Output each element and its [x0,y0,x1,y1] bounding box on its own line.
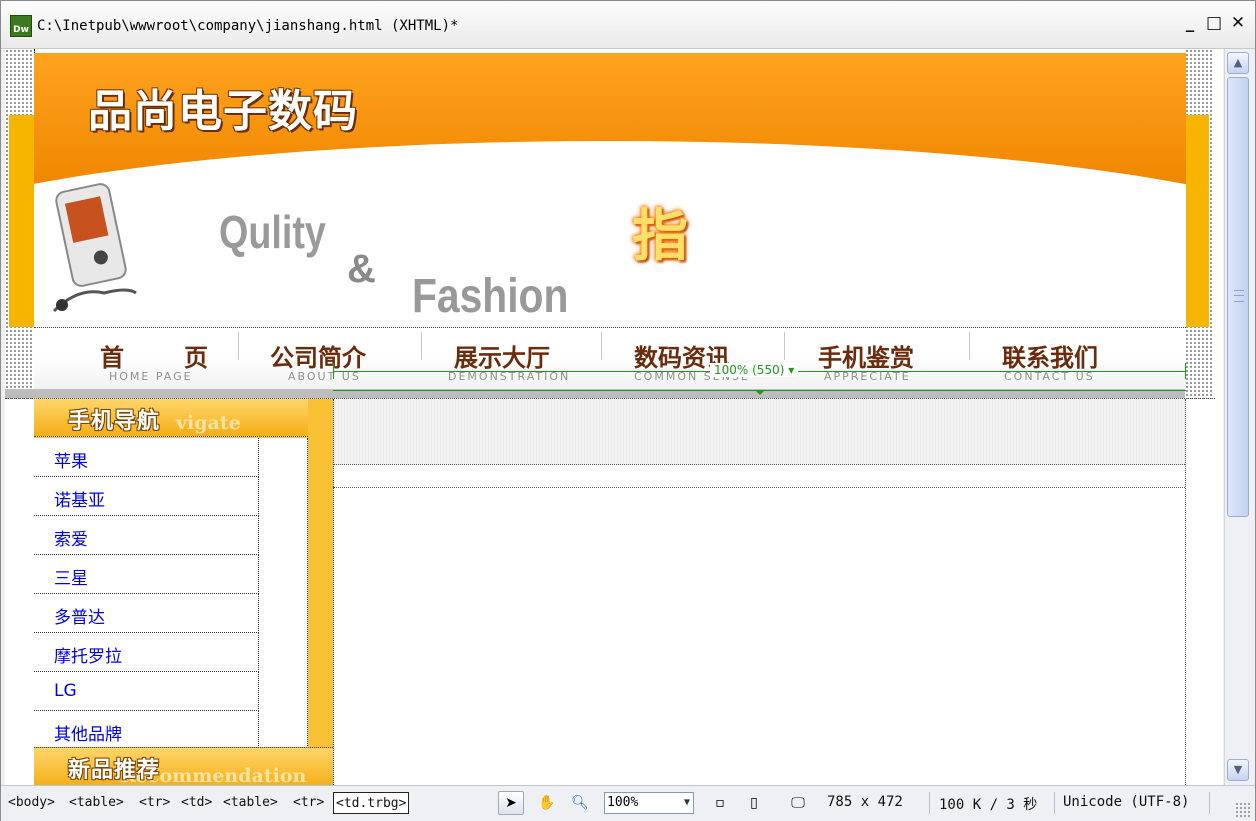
window-size-small-icon[interactable]: ▫ [707,791,733,815]
width-guide-arrow [755,390,765,395]
scroll-down-button[interactable]: ▼ [1227,759,1249,781]
brand-link-samsung[interactable]: 三星 [54,564,88,589]
window-size-readout[interactable]: 785 x 472 [827,794,903,810]
width-label-text: 100% (550) [714,363,785,377]
brand-item[interactable]: 诺基亚 [34,477,259,516]
new-products-title: 新品推荐 [68,757,161,783]
nav-home[interactable]: 首 页 HOME PAGE [74,328,234,388]
banner-side-right [1185,115,1209,327]
tag-selector[interactable]: <tr> [139,792,170,814]
selected-cell[interactable] [333,399,1185,465]
nav-home-en: HOME PAGE [109,370,193,383]
dreamweaver-icon: Dw [10,15,32,37]
empty-table-row[interactable] [333,466,1185,488]
chevron-down-icon: ▼ [683,797,690,808]
brand-link-lg[interactable]: LG [54,681,77,701]
new-products-header: Recommendation 新品推荐 [34,747,333,785]
slogan-ampersand: & [347,247,376,291]
content-border [1185,399,1186,785]
brand-link-other[interactable]: 其他品牌 [54,720,122,745]
brand-item[interactable]: 三星 [34,555,259,594]
table-width-indicator[interactable]: 100% (550) ▾ [333,361,1186,389]
zoom-value: 100% [607,795,639,810]
monitor-icon[interactable]: 🖵︎ [781,791,815,815]
tag-selector[interactable]: <table> [69,792,124,814]
brand-item[interactable]: LG [34,672,259,711]
phone-image [52,183,137,313]
status-separator [1054,792,1055,814]
nav-separator [421,332,422,360]
brand-item[interactable]: 苹果 [34,438,259,477]
width-guide-left [333,363,334,379]
phone-nav-header: 手机导航 vigate [34,399,308,437]
zoom-select[interactable]: 100% ▼ [604,792,694,814]
slogan-fashion: Fashion [412,270,569,323]
header-banner[interactable]: 品尚电子数码 Qulity & Fashion 指 [34,53,1186,327]
banner-white-curve [34,141,1186,327]
brand-item[interactable]: 其他品牌 [34,711,259,750]
close-button[interactable]: ✕ [1229,13,1247,35]
phone-nav-title: 手机导航 [68,408,161,434]
sidebar-border [333,399,334,785]
brand-list: 苹果 诺基亚 索爱 三星 多普达 摩托罗拉 LG 其他品牌 [34,438,308,750]
document-title: C:\Inetpub\wwwroot\company\jianshang.htm… [37,18,459,34]
nav-separator [969,332,970,360]
hand-tool-icon[interactable]: ✋ [534,791,560,815]
scroll-up-button[interactable]: ▲ [1227,52,1249,74]
tag-selector[interactable]: <body> [8,792,55,814]
zoom-tool-icon[interactable]: 🔍︎ [567,791,593,815]
slogan-quility: Qulity [219,206,326,258]
pointer-tool-icon[interactable]: ➤ [498,791,524,815]
tag-selector[interactable]: <table> [223,792,278,814]
brand-link-apple[interactable]: 苹果 [54,447,88,472]
scroll-thumb[interactable] [1227,77,1249,517]
brand-item[interactable]: 摩托罗拉 [34,633,259,672]
nav-separator [238,332,239,360]
phone-nav-title-en: vigate [176,412,241,434]
tag-selector-selected[interactable]: <td.trbg> [333,792,410,814]
status-bar: <body> <table> <tr> <td> <table> <tr> <t… [1,785,1255,821]
site-logo: 品尚电子数码 [88,86,358,137]
status-separator [929,792,930,814]
encoding-label: Unicode (UTF-8) [1063,794,1190,810]
design-view[interactable]: 品尚电子数码 Qulity & Fashion 指 首 页 HOME PAGE … [5,49,1223,785]
grip-icon [1234,290,1244,302]
brand-link-dopod[interactable]: 多普达 [54,603,105,628]
download-time: 100 K / 3 秒 [939,797,1038,813]
glowing-character: 指 [632,203,688,269]
dreamweaver-document-window: Dw C:\Inetpub\wwwroot\company\jianshang.… [0,0,1256,821]
vertical-scrollbar[interactable]: ▲ ▼ [1224,49,1251,785]
resize-grip-icon[interactable] [1235,802,1251,818]
brand-link-nokia[interactable]: 诺基亚 [54,486,105,511]
nav-separator [784,332,785,360]
brand-link-motorola[interactable]: 摩托罗拉 [54,642,122,667]
width-guide-right [1185,363,1186,379]
left-sidebar: 手机导航 vigate 苹果 诺基亚 索爱 三星 多普达 摩托罗拉 LG 其他品… [34,399,333,785]
width-label[interactable]: 100% (550) ▾ [710,363,799,377]
status-separator [1209,792,1210,814]
nav-separator [601,332,602,360]
nav-home-label: 首 页 [100,343,226,372]
banner-side-left [9,115,35,327]
brand-link-sony-ericsson[interactable]: 索爱 [54,525,88,550]
brand-item[interactable]: 多普达 [34,594,259,633]
tag-selector[interactable]: <td> [181,792,212,814]
window-size-medium-icon[interactable]: ▯ [741,791,767,815]
minimize-button[interactable]: _ [1181,13,1199,35]
brand-item[interactable]: 索爱 [34,516,259,555]
title-bar: Dw C:\Inetpub\wwwroot\company\jianshang.… [1,1,1255,49]
maximize-button[interactable]: □ [1205,13,1223,35]
tag-selector[interactable]: <tr> [293,792,324,814]
